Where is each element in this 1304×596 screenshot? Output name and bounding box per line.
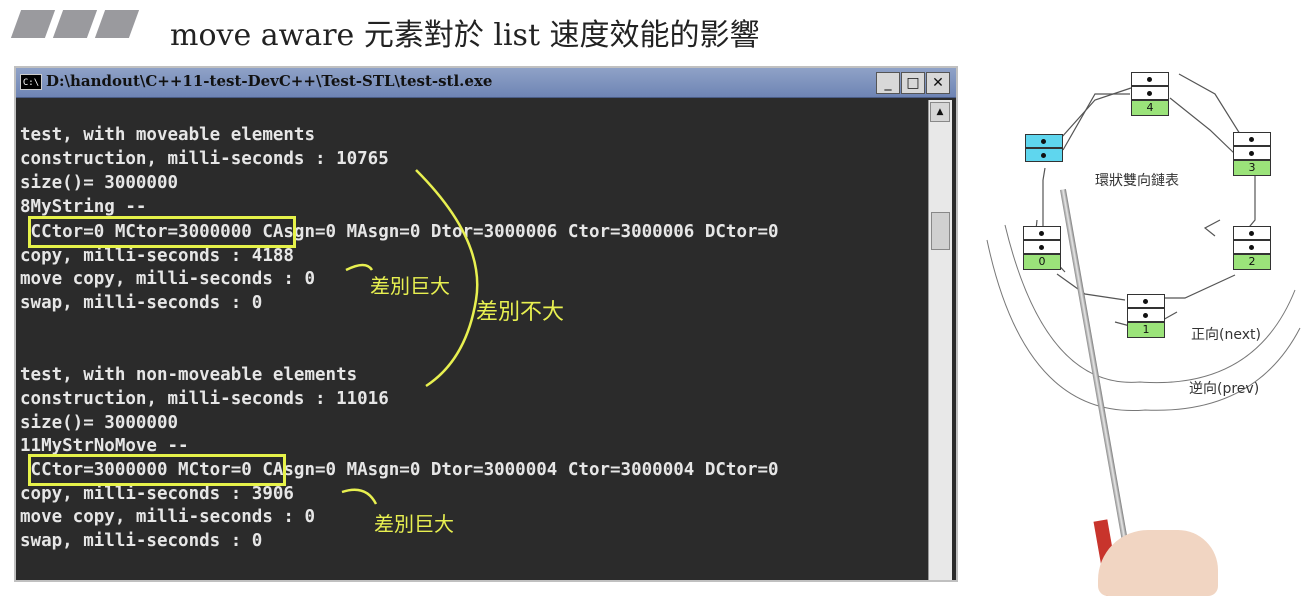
pointer-dot	[1249, 245, 1254, 250]
pointer-dot	[1039, 231, 1044, 236]
decoration-bar	[94, 10, 140, 38]
console-window: C:\ D:\handout\C++11-test-DevC++\Test-ST…	[14, 66, 958, 582]
node-cell	[1127, 294, 1165, 308]
node-cell	[1233, 146, 1271, 160]
pointer-dot	[1143, 313, 1148, 318]
scroll-thumb[interactable]	[931, 212, 950, 250]
diagram-caption: 環狀雙向鏈表	[1095, 173, 1179, 189]
pointer-dot	[1041, 139, 1046, 144]
linked-list-diagram: 4 3 0 2 1 環狀雙向鏈表 正向(next) 逆向(prev)	[965, 60, 1304, 596]
pointer-dot	[1249, 137, 1254, 142]
node-cell	[1023, 240, 1061, 254]
annotation-big-diff-1: 差別巨大	[370, 274, 450, 298]
annotation-small-diff: 差別不大	[476, 300, 565, 325]
pointer-dot	[1249, 151, 1254, 156]
pointer-dot	[1039, 245, 1044, 250]
close-button[interactable]: ✕	[926, 72, 950, 94]
node-label: 0	[1023, 254, 1061, 270]
node-label: 1	[1127, 322, 1165, 338]
decoration-bar	[10, 10, 56, 38]
console-output[interactable]: test, with moveable elements constructio…	[16, 100, 926, 580]
decoration-bar	[52, 10, 98, 38]
list-node-4: 4	[1131, 72, 1169, 126]
annotation-big-diff-2: 差別巨大	[374, 512, 454, 536]
vertical-scrollbar[interactable]: ▲	[928, 100, 952, 580]
node-cell	[1233, 226, 1271, 240]
slide-decoration-bars	[8, 10, 140, 38]
node-cell	[1127, 308, 1165, 322]
node-cell	[1131, 86, 1169, 100]
node-cell	[1131, 72, 1169, 86]
list-head-node	[1025, 134, 1063, 188]
node-cell	[1023, 226, 1061, 240]
node-cell	[1233, 132, 1271, 146]
window-titlebar[interactable]: C:\ D:\handout\C++11-test-DevC++\Test-ST…	[16, 68, 956, 98]
node-cell	[1025, 134, 1063, 148]
node-cell	[1025, 148, 1063, 162]
annotation-curves	[341, 169, 479, 505]
node-cell	[1233, 240, 1271, 254]
brace-curve	[345, 263, 374, 272]
list-node-1: 1	[1127, 294, 1165, 348]
forward-direction-label: 正向(next)	[1191, 327, 1261, 343]
pointer-dot	[1143, 299, 1148, 304]
scroll-up-button[interactable]: ▲	[930, 102, 950, 122]
node-label: 4	[1131, 100, 1169, 116]
pointer-dot	[1249, 231, 1254, 236]
list-node-2: 2	[1233, 226, 1271, 280]
brace-curve	[341, 488, 378, 505]
console-app-icon[interactable]: C:\	[20, 74, 42, 90]
list-node-0: 0	[1023, 226, 1061, 280]
minimize-button[interactable]: _	[876, 72, 900, 94]
backward-direction-label: 逆向(prev)	[1189, 381, 1260, 397]
pointer-dot	[1041, 153, 1046, 158]
pointer-dot	[1147, 91, 1152, 96]
slide-title: move aware 元素對於 list 速度效能的影響	[170, 18, 760, 53]
list-node-3: 3	[1233, 132, 1271, 186]
presenter-hand	[1098, 530, 1218, 596]
node-label: 3	[1233, 160, 1271, 176]
maximize-button[interactable]: □	[901, 72, 925, 94]
pointer-dot	[1147, 77, 1152, 82]
node-label: 2	[1233, 254, 1271, 270]
window-title: D:\handout\C++11-test-DevC++\Test-STL\te…	[46, 72, 493, 90]
